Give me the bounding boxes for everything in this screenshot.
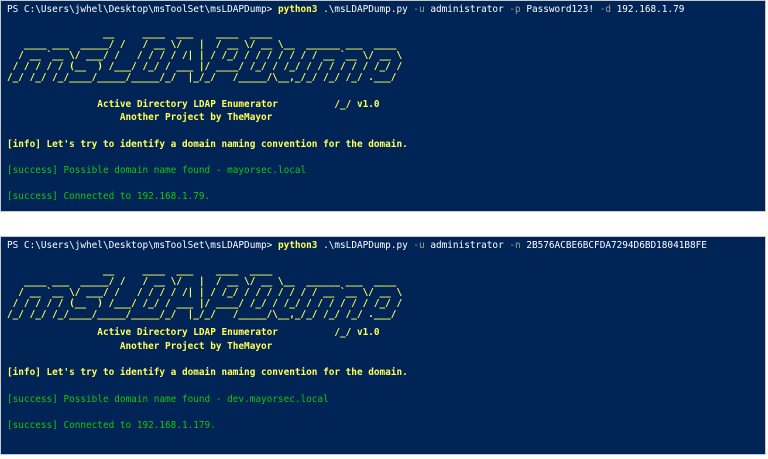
- arg-user: administrator: [424, 240, 510, 251]
- info-message: [info] Let's try to identify a domain na…: [7, 367, 408, 378]
- ascii-art-line: /_/ /_/ /_/____/_____/_____/_/ |_/_/ /__…: [7, 72, 397, 83]
- ascii-art-line: __ ____ ___ ____ ____: [7, 265, 273, 276]
- success-message: [success] Possible domain name found - m…: [7, 165, 307, 176]
- ascii-art-line: / / / / / (__ ) /___/ /_/ / ___ |/ ____/…: [7, 61, 403, 72]
- flag-hash: -n: [509, 240, 521, 251]
- info-message: [info] Let's try to identify a domain na…: [7, 139, 408, 150]
- ascii-art-line: / __ `__ \/ ___/ / / / / / /| | / /_/ / …: [7, 50, 403, 61]
- ascii-art-line: __ ____ ___ ____ ____: [7, 28, 273, 39]
- banner-title: Active Directory LDAP Enumerator /_/ v1.…: [7, 327, 380, 338]
- prompt: PS C:\Users\jwhel\Desktop\msToolSet\msLD…: [7, 240, 278, 251]
- flag-user: -u: [413, 240, 425, 251]
- ascii-art-line: / / / / / (__ ) /___/ /_/ / ___ |/ ____/…: [7, 298, 403, 309]
- terminal-window-bottom[interactable]: PS C:\Users\jwhel\Desktop\msToolSet\msLD…: [0, 236, 766, 455]
- command-python: python3: [277, 4, 318, 15]
- ascii-art-line: ____ ___ _____/ / / __ \/ | / __ \/ __ \…: [7, 39, 397, 50]
- arg-user: administrator: [424, 4, 510, 15]
- command-script: .\msLDAPDump.py: [317, 240, 414, 251]
- flag-password: -p: [509, 4, 521, 15]
- flag-user: -u: [413, 4, 425, 15]
- terminal-window-top[interactable]: PS C:\Users\jwhel\Desktop\msToolSet\msLD…: [0, 0, 766, 212]
- ascii-art-line: / __ `__ \/ ___/ / / / / / /| | / /_/ / …: [7, 287, 403, 298]
- banner-title: Active Directory LDAP Enumerator /_/ v1.…: [7, 99, 380, 110]
- banner-subtitle: Another Project by TheMayor: [7, 341, 273, 352]
- flag-domain: -d: [599, 4, 611, 15]
- success-message: [success] Connected to 192.168.1.179.: [7, 420, 216, 431]
- ascii-art-line: ____ ___ _____/ / / __ \/ | / __ \/ __ \…: [7, 276, 397, 287]
- prompt: PS C:\Users\jwhel\Desktop\msToolSet\msLD…: [7, 4, 278, 15]
- command-script: .\msLDAPDump.py: [317, 4, 414, 15]
- banner-subtitle: Another Project by TheMayor: [7, 112, 273, 123]
- command-python: python3: [277, 240, 318, 251]
- arg-password: Password123!: [520, 4, 600, 15]
- success-message: [success] Connected to 192.168.1.79.: [7, 191, 211, 202]
- success-message: [success] Possible domain name found - d…: [7, 394, 329, 405]
- ascii-art-line: /_/ /_/ /_/____/_____/_____/_/ |_/_/ /__…: [7, 309, 397, 320]
- arg-hash: 2B576ACBE6BCFDA7294D6BD18041B8FE: [520, 240, 707, 251]
- command-line: PS C:\Users\jwhel\Desktop\msToolSet\msLD…: [7, 240, 707, 251]
- arg-ip: 192.168.1.79: [611, 4, 685, 15]
- command-line: PS C:\Users\jwhel\Desktop\msToolSet\msLD…: [7, 4, 684, 15]
